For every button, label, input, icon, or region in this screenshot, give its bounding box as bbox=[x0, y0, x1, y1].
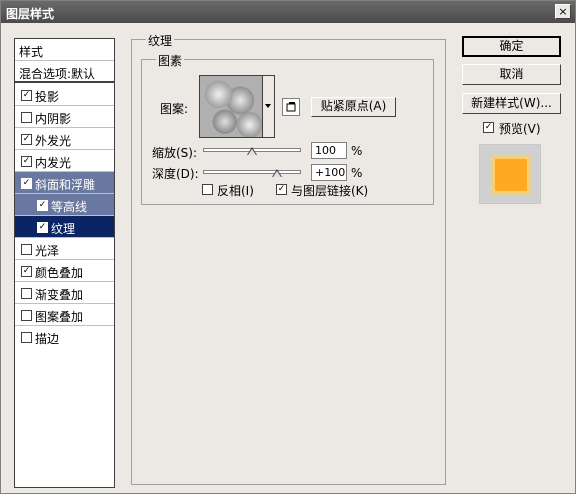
style-item-gradient-overlay[interactable]: 渐变叠加 bbox=[15, 282, 114, 304]
styles-header-label: 样式 bbox=[19, 45, 44, 59]
style-item-label: 内阴影 bbox=[35, 112, 72, 126]
title-bar: 图层样式 × bbox=[1, 1, 575, 23]
new-document-icon bbox=[286, 102, 296, 112]
style-item-satin[interactable]: 光泽 bbox=[15, 238, 114, 260]
pattern-dropdown-button[interactable] bbox=[263, 75, 275, 138]
style-item-inner-shadow[interactable]: 内阴影 bbox=[15, 106, 114, 128]
snap-to-origin-button[interactable]: 贴紧原点(A) bbox=[311, 97, 396, 117]
depth-input[interactable]: +100 bbox=[311, 164, 347, 181]
style-item-label: 投影 bbox=[35, 90, 60, 104]
checkbox[interactable] bbox=[21, 288, 32, 299]
blend-options-item[interactable]: 混合选项:默认 bbox=[15, 61, 114, 83]
scale-label: 缩放(S): bbox=[152, 146, 198, 160]
preview-checkbox[interactable]: ✓ bbox=[483, 122, 494, 133]
elements-subgroup bbox=[141, 59, 434, 205]
pattern-swatch[interactable] bbox=[199, 75, 263, 138]
scale-slider-thumb[interactable] bbox=[247, 147, 257, 155]
link-with-layer-label: 与图层链接(K) bbox=[291, 184, 369, 198]
style-item-drop-shadow[interactable]: ✓ 投影 bbox=[15, 84, 114, 106]
checkbox[interactable]: ✓ bbox=[37, 222, 48, 233]
checkbox[interactable]: ✓ bbox=[21, 156, 32, 167]
style-item-texture[interactable]: ✓ 纹理 bbox=[15, 216, 114, 238]
checkbox[interactable]: ✓ bbox=[21, 266, 32, 277]
checkbox[interactable] bbox=[21, 112, 32, 123]
checkbox[interactable] bbox=[21, 332, 32, 343]
cancel-button[interactable]: 取消 bbox=[462, 64, 561, 85]
depth-slider-track[interactable] bbox=[203, 170, 301, 174]
depth-unit: % bbox=[351, 166, 363, 180]
depth-slider-thumb[interactable] bbox=[271, 169, 282, 177]
styles-list: 样式 混合选项:默认 ✓ 投影 内阴影 ✓ 外发光 ✓ 内发光 ✓ 斜面和浮雕 ✓ 等高线… bbox=[14, 38, 115, 488]
invert-label: 反相(I) bbox=[217, 184, 254, 198]
close-button[interactable]: × bbox=[555, 4, 571, 19]
style-item-stroke[interactable]: 描边 bbox=[15, 326, 114, 348]
style-item-label: 等高线 bbox=[51, 200, 88, 214]
new-preset-icon[interactable] bbox=[282, 98, 300, 116]
style-item-inner-glow[interactable]: ✓ 内发光 bbox=[15, 150, 114, 172]
style-item-label: 图案叠加 bbox=[35, 310, 84, 324]
window-title: 图层样式 bbox=[6, 7, 55, 21]
depth-label: 深度(D): bbox=[152, 167, 199, 181]
blend-options-label: 混合选项:默认 bbox=[19, 67, 96, 81]
texture-group-title: 纹理 bbox=[146, 32, 175, 49]
layer-style-dialog: 图层样式 × 样式 混合选项:默认 ✓ 投影 内阴影 ✓ 外发光 ✓ 内发光 ✓ 斜面和… bbox=[0, 0, 576, 494]
preview-label: 预览(V) bbox=[499, 122, 541, 136]
style-item-contour[interactable]: ✓ 等高线 bbox=[15, 194, 114, 216]
scale-input[interactable]: 100 bbox=[311, 142, 347, 159]
style-item-outer-glow[interactable]: ✓ 外发光 bbox=[15, 128, 114, 150]
chevron-down-icon bbox=[265, 104, 271, 108]
styles-header[interactable]: 样式 bbox=[15, 39, 114, 61]
style-item-label: 渐变叠加 bbox=[35, 288, 84, 302]
invert-checkbox[interactable] bbox=[202, 184, 213, 195]
new-style-button[interactable]: 新建样式(W)... bbox=[462, 93, 561, 114]
style-item-label: 斜面和浮雕 bbox=[35, 178, 96, 192]
style-item-color-overlay[interactable]: ✓ 颜色叠加 bbox=[15, 260, 114, 282]
scale-unit: % bbox=[351, 144, 363, 158]
style-item-label: 内发光 bbox=[35, 156, 72, 170]
style-preview bbox=[479, 144, 541, 204]
style-item-pattern-overlay[interactable]: 图案叠加 bbox=[15, 304, 114, 326]
checkbox[interactable]: ✓ bbox=[21, 178, 32, 189]
checkbox[interactable] bbox=[21, 310, 32, 321]
style-item-label: 纹理 bbox=[51, 222, 76, 236]
link-with-layer-checkbox[interactable]: ✓ bbox=[276, 184, 287, 195]
checkbox[interactable] bbox=[21, 244, 32, 255]
checkbox[interactable]: ✓ bbox=[21, 134, 32, 145]
ok-button[interactable]: 确定 bbox=[462, 36, 561, 57]
elements-subgroup-title: 图素 bbox=[156, 52, 185, 69]
style-item-label: 描边 bbox=[35, 332, 60, 346]
style-item-bevel-emboss[interactable]: ✓ 斜面和浮雕 bbox=[15, 172, 114, 194]
style-item-label: 颜色叠加 bbox=[35, 266, 84, 280]
style-item-label: 光泽 bbox=[35, 244, 60, 258]
checkbox[interactable]: ✓ bbox=[21, 90, 32, 101]
pattern-label: 图案: bbox=[160, 102, 189, 116]
preview-swatch bbox=[495, 159, 527, 191]
checkbox[interactable]: ✓ bbox=[37, 200, 48, 211]
style-item-label: 外发光 bbox=[35, 134, 72, 148]
